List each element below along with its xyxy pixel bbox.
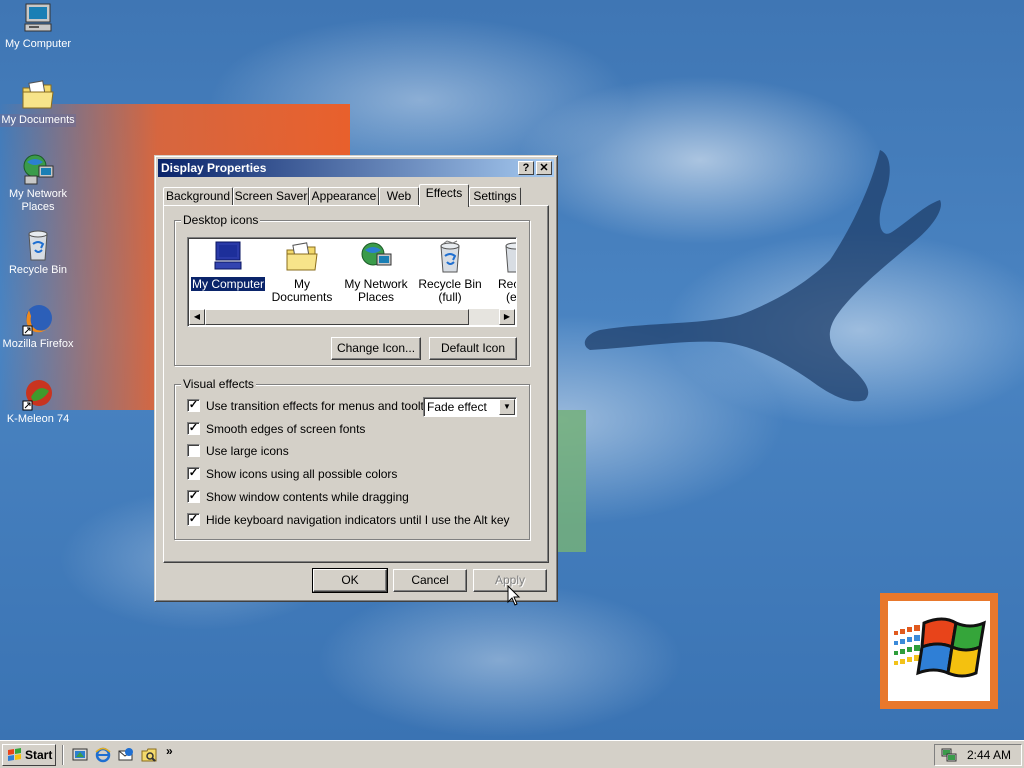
option-label: Smooth edges of screen fonts — [206, 422, 366, 436]
my-computer-icon — [24, 3, 52, 32]
desktop-icon-firefox[interactable]: Mozilla Firefox — [0, 302, 76, 351]
desktop-icons-list[interactable]: My Computer My Documents My Network Plac… — [187, 237, 517, 327]
windows-flag-icon — [8, 748, 21, 761]
network-places-icon — [23, 154, 54, 185]
list-item-my-computer[interactable]: My Computer — [189, 240, 267, 292]
checkbox[interactable]: ✓ — [187, 467, 200, 481]
tab-web[interactable]: Web — [379, 187, 419, 206]
list-item-label: My Documents — [271, 277, 333, 304]
clock[interactable]: 2:44 AM — [967, 745, 1011, 765]
desktop-icon-label: My Network Places — [8, 188, 68, 213]
list-item-my-documents[interactable]: My Documents — [264, 240, 340, 304]
visual-effects-group-title: Visual effects — [181, 377, 256, 391]
tab-effects[interactable]: Effects — [419, 184, 469, 207]
window-titlebar[interactable]: Display Properties ? ✕ — [158, 159, 554, 177]
network-places-icon — [361, 242, 392, 266]
change-icon-button[interactable]: Change Icon... — [331, 337, 421, 360]
list-item-recycle-bin-full[interactable]: Recycle Bin (full) — [412, 240, 488, 304]
windows-logo-panel — [880, 593, 998, 709]
wallpaper-green-strip — [556, 410, 586, 552]
tab-screen-saver[interactable]: Screen Saver — [233, 187, 309, 206]
option-label: Use transition effects for menus and too… — [206, 399, 440, 413]
checkbox[interactable]: ✓ — [187, 490, 200, 504]
desktop-icon-my-documents[interactable]: My Documents — [0, 78, 76, 127]
firefox-icon — [22, 305, 52, 336]
checkbox[interactable]: ✓ — [187, 422, 200, 436]
scroll-thumb[interactable] — [205, 309, 469, 325]
tab-appearance[interactable]: Appearance — [309, 187, 379, 206]
recycle-bin-icon — [28, 230, 48, 261]
option-all-colors[interactable]: ✓ Show icons using all possible colors — [187, 467, 397, 483]
start-label: Start — [25, 748, 53, 762]
k-meleon-icon — [22, 380, 52, 411]
windows-explorer-icon[interactable] — [141, 747, 157, 763]
list-item-label: My Computer — [189, 276, 267, 292]
mouse-cursor-icon — [507, 585, 521, 606]
option-hide-keyboard-indicators[interactable]: ✓ Hide keyboard navigation indicators unt… — [187, 513, 510, 529]
cancel-button[interactable]: Cancel — [393, 569, 467, 592]
desktop-icon-label: My Computer — [4, 38, 72, 50]
effects-tab-panel: Desktop icons My Computer My Documents M… — [163, 205, 549, 563]
network-connection-icon[interactable] — [941, 748, 957, 762]
checkbox[interactable]: ✓ — [187, 513, 200, 527]
internet-explorer-icon[interactable] — [95, 747, 111, 763]
desktop-icon-label: Mozilla Firefox — [2, 338, 74, 350]
option-label: Hide keyboard navigation indicators unti… — [206, 513, 510, 527]
option-transition-effects[interactable]: ✓ Use transition effects for menus and to… — [187, 399, 439, 415]
scroll-right-button[interactable]: ▶ — [499, 309, 515, 325]
my-documents-icon — [286, 242, 318, 271]
my-documents-icon — [22, 80, 54, 109]
checkbox[interactable] — [187, 444, 200, 458]
tab-settings[interactable]: Settings — [469, 187, 521, 206]
outlook-express-icon[interactable] — [118, 747, 134, 763]
tab-background[interactable]: Background — [163, 187, 233, 206]
scroll-left-button[interactable]: ◀ — [189, 309, 205, 325]
select-value: Fade effect — [427, 400, 487, 414]
taskbar-separator — [62, 745, 64, 765]
horizontal-scrollbar[interactable]: ◀ ▶ — [189, 309, 515, 325]
wallpaper-silhouette — [584, 150, 941, 402]
taskbar: Start » 2:44 AM — [0, 740, 1024, 768]
transition-effect-select[interactable]: Fade effect ▼ — [423, 397, 517, 417]
desktop-icons-group-title: Desktop icons — [181, 213, 261, 227]
display-properties-window: Display Properties ? ✕ Background Screen… — [154, 155, 558, 602]
ok-button[interactable]: OK — [312, 568, 388, 593]
option-label: Show icons using all possible colors — [206, 467, 398, 481]
recycle-bin-full-icon — [440, 240, 460, 273]
close-button[interactable]: ✕ — [536, 161, 552, 175]
option-smooth-fonts[interactable]: ✓ Smooth edges of screen fonts — [187, 422, 365, 438]
desktop-icon-network-places[interactable]: My Network Places — [0, 152, 76, 214]
desktop-icons-group: Desktop icons My Computer My Documents M… — [174, 213, 530, 366]
desktop-icon-label: Recycle Bin — [8, 264, 68, 276]
my-computer-icon — [214, 241, 242, 270]
desktop-icon-recycle-bin[interactable]: Recycle Bin — [0, 228, 76, 277]
dropdown-arrow-icon[interactable]: ▼ — [499, 399, 515, 415]
window-title: Display Properties — [161, 161, 267, 175]
recycle-bin-empty-icon — [505, 242, 516, 273]
checkbox[interactable]: ✓ — [187, 399, 200, 413]
default-icon-button[interactable]: Default Icon — [429, 337, 517, 360]
option-label: Show window contents while dragging — [206, 490, 409, 504]
desktop-icon-label: My Documents — [0, 114, 76, 127]
visual-effects-group: Visual effects ✓ Use transition effects f… — [174, 377, 530, 540]
desktop-icon-label: K-Meleon 74 — [6, 413, 70, 425]
start-button[interactable]: Start — [2, 744, 56, 766]
option-window-contents-dragging[interactable]: ✓ Show window contents while dragging — [187, 490, 409, 506]
windows-logo-icon — [894, 617, 986, 678]
desktop-icon-my-computer[interactable]: My Computer — [0, 2, 76, 51]
desktop-icon-k-meleon[interactable]: K-Meleon 74 — [0, 377, 76, 426]
option-large-icons[interactable]: Use large icons — [187, 444, 289, 460]
quick-launch-chevron[interactable]: » — [166, 744, 173, 758]
system-tray: 2:44 AM — [934, 744, 1022, 766]
list-item-network-places[interactable]: My Network Places — [338, 240, 414, 304]
list-item-label-line2: Places — [357, 290, 395, 304]
list-item-label-line2: (e — [506, 290, 517, 304]
show-desktop-icon[interactable] — [72, 747, 88, 763]
list-item-label-line2: (full) — [438, 290, 462, 304]
option-label: Use large icons — [206, 444, 289, 458]
list-item-recycle-bin-empty[interactable]: Recy (e — [486, 240, 517, 304]
help-button[interactable]: ? — [518, 161, 534, 175]
